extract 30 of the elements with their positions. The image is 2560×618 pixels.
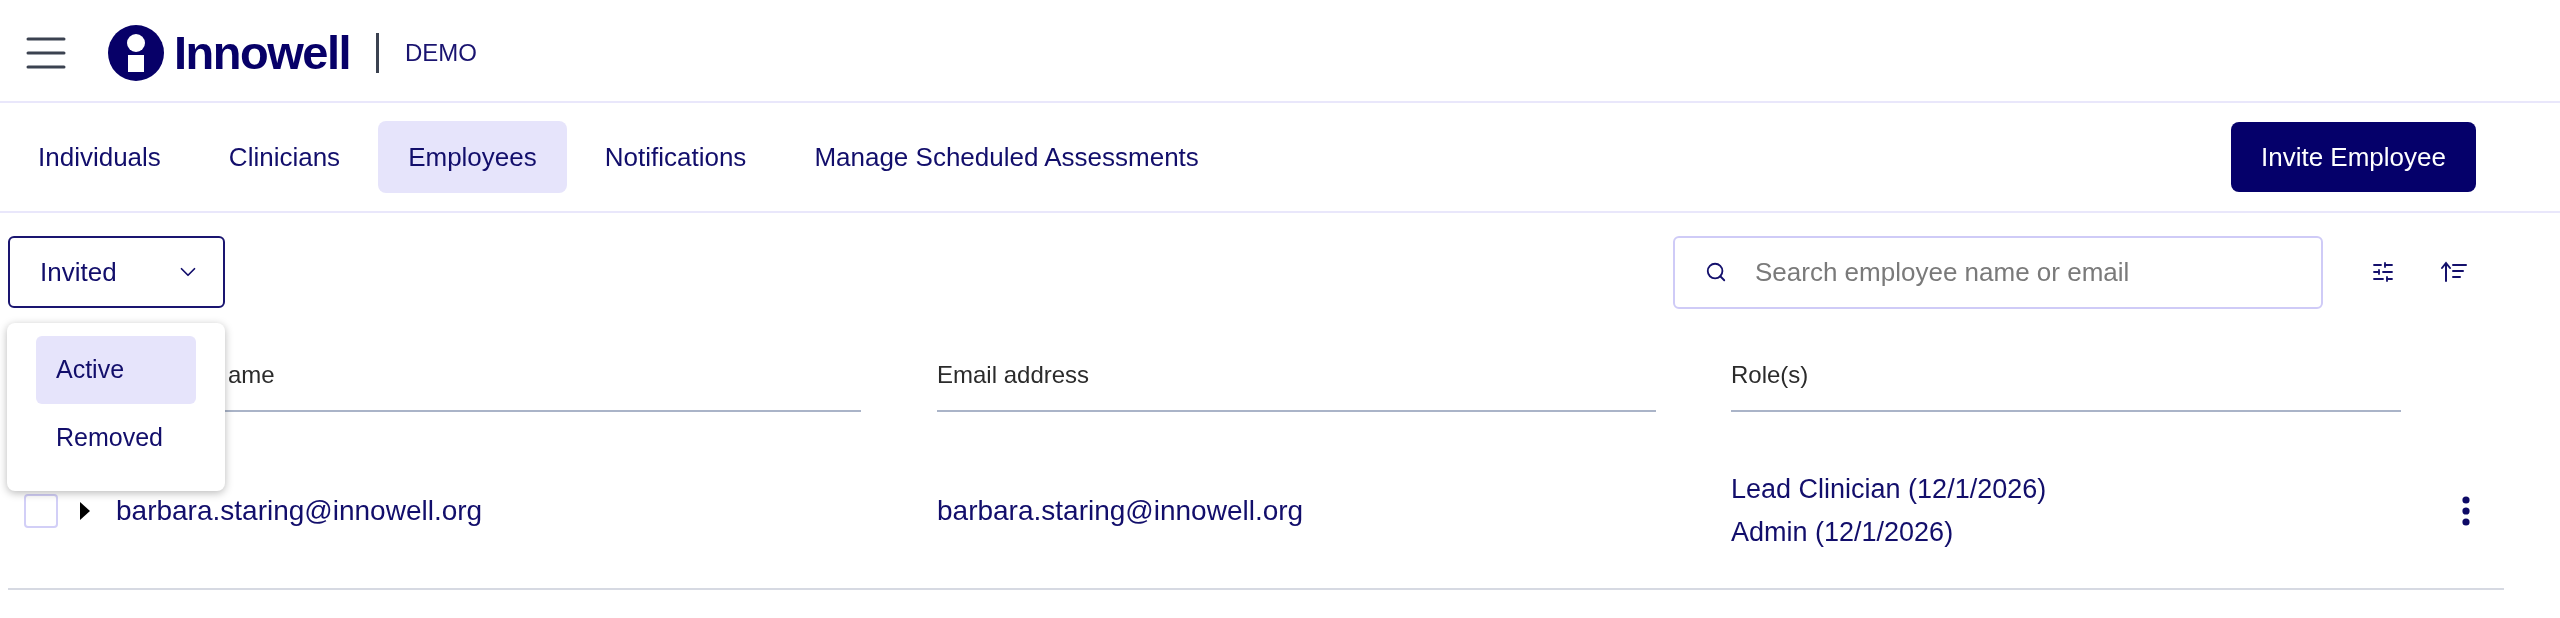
role-entry: Lead Clinician (12/1/2026) — [1731, 473, 2047, 506]
dropdown-option[interactable]: Active — [36, 336, 196, 404]
logo-text: Innowell — [174, 29, 350, 76]
nav-tab[interactable]: Clinicians — [198, 121, 371, 193]
sort-icon — [2441, 261, 2467, 283]
dropdown-option[interactable]: Removed — [36, 404, 196, 472]
column-header: Role(s) — [1731, 360, 1809, 390]
nav-tab[interactable]: Individuals — [8, 121, 191, 193]
caret-right-icon — [78, 501, 92, 521]
nav-tab[interactable]: Employees — [378, 121, 567, 193]
menu-icon — [26, 35, 66, 70]
column-header: Email address — [937, 360, 1090, 390]
status-dropdown[interactable]: Invited — [8, 236, 225, 308]
menu-button[interactable] — [26, 35, 66, 70]
nav-tab[interactable]: Notifications — [574, 121, 777, 193]
row-checkbox[interactable] — [24, 494, 58, 528]
more-options-button[interactable] — [2459, 495, 2473, 527]
filter-icon — [2371, 260, 2395, 284]
expand-row-button[interactable] — [78, 501, 92, 521]
logo-icon — [108, 24, 164, 81]
employee-name: barbara.staring@innowell.org — [116, 494, 483, 528]
search-field[interactable]: Search employee name or email — [1673, 235, 2323, 309]
role-entry: Admin (12/1/2026) — [1731, 516, 1954, 549]
more-options-icon — [2461, 496, 2471, 526]
employee-email: barbara.staring@innowell.org — [937, 494, 1304, 528]
environment-label: DEMO — [405, 37, 477, 68]
nav-tab[interactable]: Manage Scheduled Assessments — [784, 121, 1229, 193]
search-icon — [1705, 260, 1727, 283]
column-header: ame — [228, 360, 275, 390]
invite-employee-button[interactable]: Invite Employee — [2231, 122, 2476, 192]
